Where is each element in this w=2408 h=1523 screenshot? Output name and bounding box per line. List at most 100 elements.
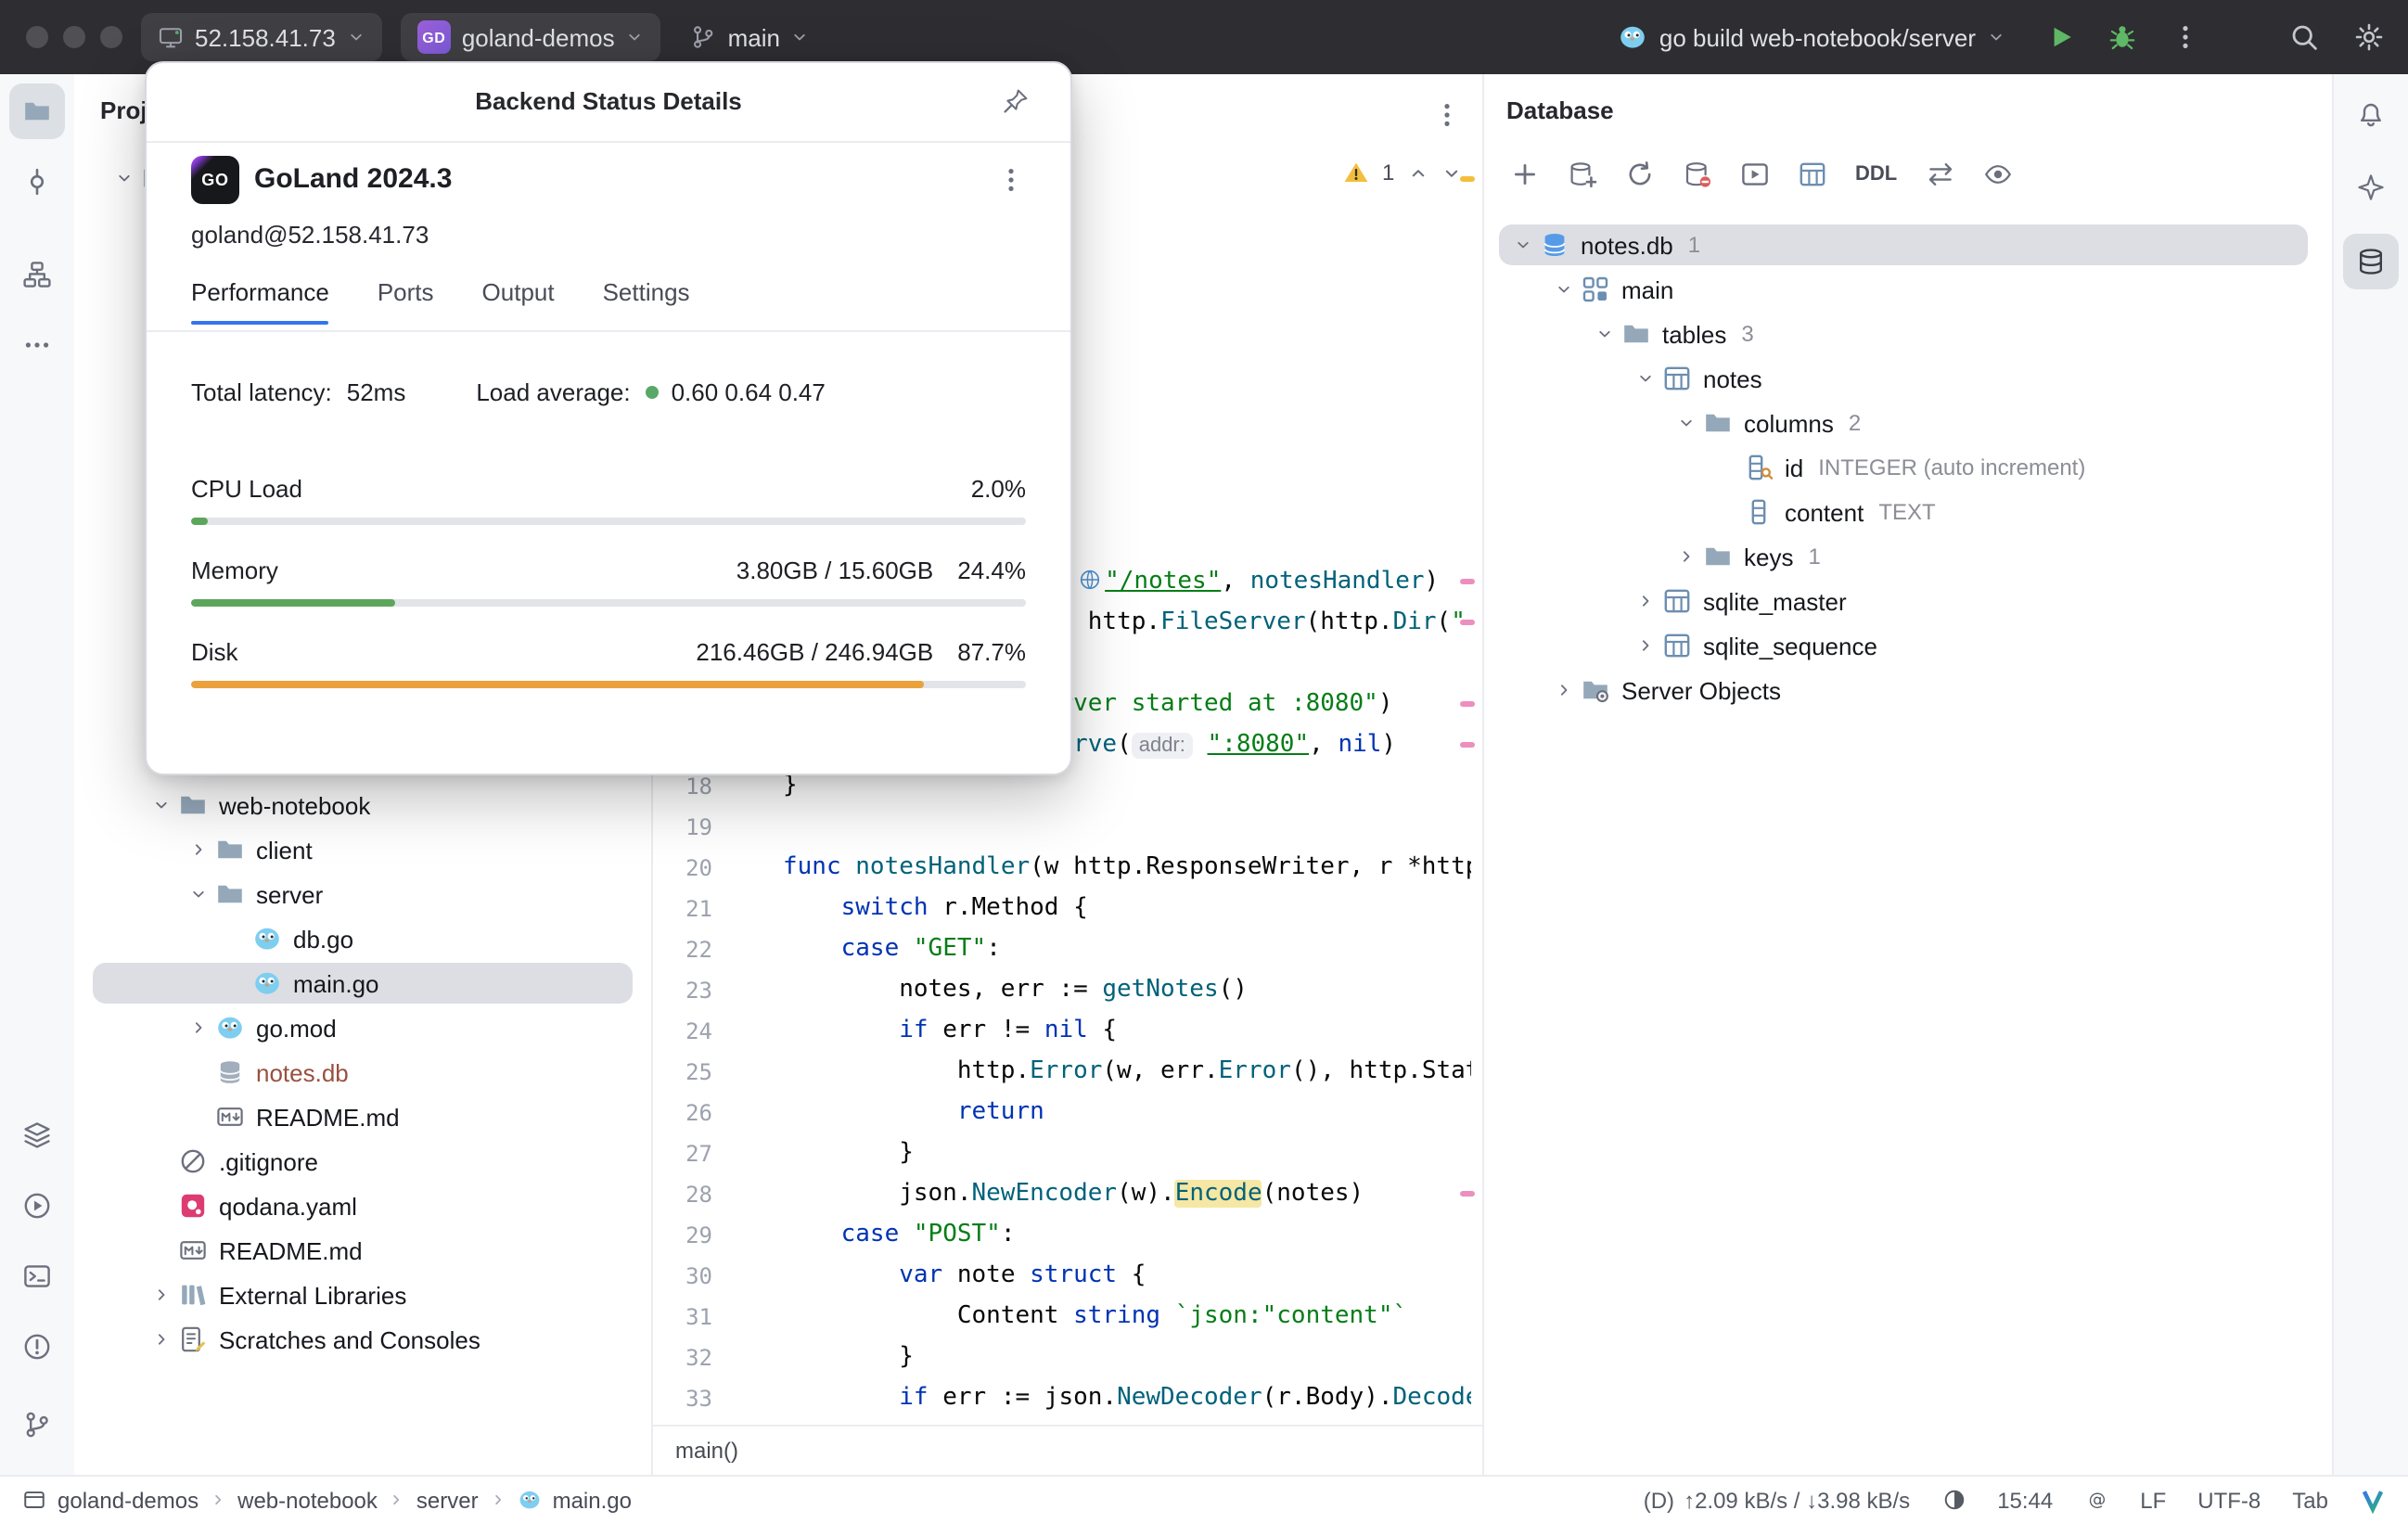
close-button[interactable] [26,26,48,48]
toolwindow-run-button[interactable] [9,1178,65,1234]
more-actions-button[interactable] [2171,22,2200,52]
project-tree-row[interactable]: main.go [74,961,651,1005]
code-line[interactable]: func notesHandler(w http.ResponseWriter,… [783,848,1471,889]
run-button[interactable] [2046,22,2076,52]
line-number[interactable]: 23 [653,970,724,1011]
toolwindow-commit-button[interactable] [9,154,65,210]
line-number[interactable]: 28 [653,1174,724,1215]
project-widget-button[interactable]: GD goland-demos [400,13,661,61]
line-number[interactable]: 31 [653,1297,724,1337]
database-tree-row[interactable]: Server Objects [1484,668,2334,712]
toolwindow-more-button[interactable] [9,317,65,373]
project-tree-row[interactable]: qodana.yaml [74,1184,651,1228]
project-tree-row[interactable]: server [74,872,651,916]
toolwindow-terminal-button[interactable] [9,1248,65,1304]
project-tree-row[interactable]: web-notebook [74,783,651,827]
toolwindow-services-button[interactable] [9,1107,65,1163]
debug-button[interactable] [2107,22,2137,52]
run-configuration-selector[interactable]: go build web-notebook/server [1619,22,2005,52]
popup-more-button[interactable] [996,165,1026,195]
line-number[interactable]: 21 [653,889,724,929]
toolwindow-notifications-button[interactable] [2343,85,2399,141]
toolwindow-database-button[interactable] [2343,234,2399,289]
breadcrumb-item[interactable]: main.go [553,1487,632,1513]
zoom-button[interactable] [100,26,122,48]
breadcrumb-item[interactable]: server [416,1487,479,1513]
project-tree-row[interactable]: Scratches and Consoles [74,1317,651,1362]
project-tree-row[interactable]: notes.db [74,1050,651,1094]
database-tree-row[interactable]: tables 3 [1484,312,2334,356]
project-tree-row[interactable]: client [74,827,651,872]
toolwindow-structure-button[interactable] [9,247,65,302]
line-number[interactable]: 19 [653,807,724,848]
backend-time-label[interactable]: 15:44 [1997,1487,2053,1513]
db-toolbar-new-button[interactable] [1503,152,1547,197]
line-number[interactable]: 33 [653,1378,724,1419]
branch-button[interactable]: main [691,23,810,51]
code-line[interactable]: } [783,1337,1471,1378]
code-line[interactable]: notes, err := getNotes() [783,970,1471,1011]
line-number[interactable]: 20 [653,848,724,889]
project-tree-row[interactable]: README.md [74,1228,651,1273]
toolwindow-version-control-button[interactable] [9,1397,65,1453]
line-number[interactable]: 22 [653,929,724,970]
db-toolbar-view-data-button[interactable] [1790,152,1835,197]
code-line[interactable]: var note struct { [783,1256,1471,1297]
database-tree-row[interactable]: keys 1 [1484,534,2334,579]
code-line[interactable]: if err := json.NewDecoder(r.Body).Decode… [783,1378,1471,1419]
code-line[interactable] [783,807,1471,848]
editor-options-button[interactable] [1432,100,1462,130]
line-ending-widget[interactable]: LF [2140,1487,2166,1513]
db-toolbar-data-source-properties-button[interactable] [1560,152,1605,197]
line-number[interactable]: 32 [653,1337,724,1378]
line-number[interactable]: 27 [653,1133,724,1174]
database-tree-row[interactable]: id INTEGER (auto increment) [1484,445,2334,490]
popup-tab-settings[interactable]: Settings [603,278,690,325]
database-tree-row[interactable]: notes [1484,356,2334,401]
chevron-up-icon[interactable] [1407,162,1428,183]
db-toolbar-refresh-button[interactable] [1618,152,1662,197]
popup-tab-ports[interactable]: Ports [378,278,434,325]
popup-tab-output[interactable]: Output [482,278,555,325]
database-tree-row[interactable]: content TEXT [1484,490,2334,534]
line-number[interactable]: 29 [653,1215,724,1256]
remote-host-button[interactable]: 52.158.41.73 [141,13,382,61]
line-number[interactable]: 30 [653,1256,724,1297]
db-toolbar-compare-button[interactable] [1917,152,1962,197]
toolwindow-ai-assistant-button[interactable] [2343,160,2399,215]
line-number[interactable]: 24 [653,1011,724,1052]
project-tree-row[interactable]: README.md [74,1094,651,1139]
code-line[interactable]: if err != nil { [783,1011,1471,1052]
db-toolbar-query-console-button[interactable] [1733,152,1777,197]
database-tree-row[interactable]: sqlite_sequence [1484,623,2334,668]
breadcrumb-item[interactable]: web-notebook [237,1487,378,1513]
db-toolbar-disconnect-button[interactable] [1675,152,1720,197]
project-tree-row[interactable]: go.mod [74,1005,651,1050]
code-line[interactable]: } [783,1133,1471,1174]
code-line[interactable]: Content string `json:"content"` [783,1297,1471,1337]
ide-backend-logo-icon[interactable] [2360,1487,2386,1513]
breadcrumb-function[interactable]: main() [675,1438,738,1464]
pin-icon[interactable] [1002,87,1030,115]
code-line[interactable]: json.NewEncoder(w).Encode(notes) [783,1174,1471,1215]
chevron-down-icon[interactable] [1441,162,1461,183]
line-number[interactable]: 26 [653,1093,724,1133]
indent-widget[interactable]: Tab [2292,1487,2328,1513]
project-tree-row[interactable]: External Libraries [74,1273,651,1317]
breadcrumb-item[interactable]: goland-demos [58,1487,199,1513]
popup-tab-performance[interactable]: Performance [191,278,330,325]
minimize-button[interactable] [63,26,85,48]
database-tree-row[interactable]: sqlite_master [1484,579,2334,623]
backend-latency-icon[interactable] [1941,1488,1966,1512]
db-toolbar-ddl-button[interactable]: DDL [1848,152,1904,197]
settings-button[interactable] [2354,22,2384,52]
line-number[interactable]: 25 [653,1052,724,1093]
project-tree-row[interactable]: db.go [74,916,651,961]
search-everywhere-button[interactable] [2289,22,2319,52]
connection-speed-widget[interactable]: (D) ↑2.09 kB/s / ↓3.98 kB/s [1644,1487,1910,1513]
database-tree-row[interactable]: main [1484,267,2334,312]
inspections-widget[interactable]: 1 [1343,160,1461,186]
toolwindow-problems-button[interactable] [9,1319,65,1375]
code-line[interactable]: case "GET": [783,929,1471,970]
code-line[interactable]: case "POST": [783,1215,1471,1256]
